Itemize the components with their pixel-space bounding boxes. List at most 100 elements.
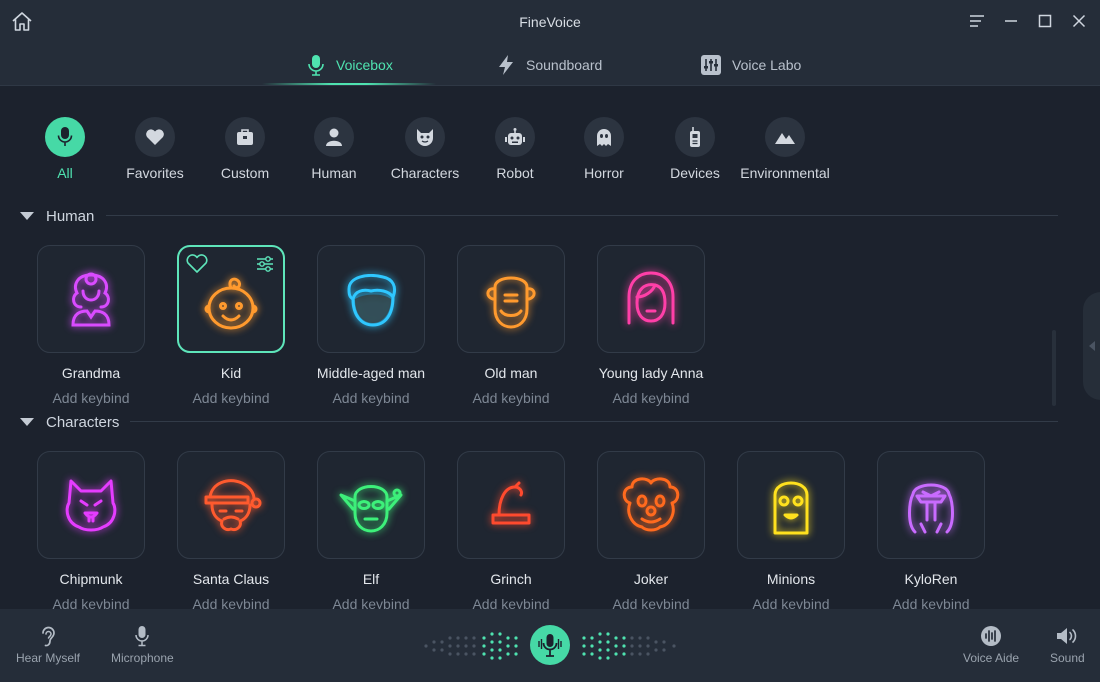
collapse-triangle-icon [20, 212, 34, 220]
category-environmental[interactable]: Environmental [740, 117, 830, 183]
sound-label: Sound [1050, 651, 1085, 665]
voice-card-young-lady-anna[interactable]: Young lady Anna Add keybind [597, 245, 705, 406]
voice-card-chipmunk[interactable]: Chipmunk Add keybind [37, 451, 145, 612]
category-label: Devices [670, 165, 720, 181]
voice-tile[interactable] [317, 451, 425, 559]
add-keybind-link[interactable]: Add keybind [577, 390, 725, 406]
input-level-meter-right [582, 632, 676, 660]
speaker-icon [1057, 628, 1077, 644]
voice-tile[interactable] [597, 245, 705, 353]
voice-tile[interactable] [177, 245, 285, 353]
voice-card-elf[interactable]: Elf Add keybind [317, 451, 425, 612]
voice-card-grinch[interactable]: Grinch Add keybind [457, 451, 565, 612]
title-bar: FineVoice [0, 0, 1100, 44]
voice-card-middle-aged-man[interactable]: Middle-aged man Add keybind [317, 245, 425, 406]
section-header-human[interactable]: Human [20, 206, 94, 226]
voice-name: KyloRen [904, 571, 958, 587]
category-characters[interactable]: Characters [380, 117, 470, 183]
category-favorites[interactable]: Favorites [110, 117, 200, 183]
section-header-characters[interactable]: Characters [20, 412, 119, 432]
chevron-left-icon [1089, 341, 1095, 351]
voice-name: Young lady Anna [598, 365, 704, 381]
bottom-bar: Hear Myself Microphone Voice Aide Sound [0, 609, 1100, 682]
voice-name: Old man [484, 365, 538, 381]
sound-button[interactable]: Sound [1050, 625, 1085, 665]
voice-tile[interactable] [317, 245, 425, 353]
maximize-icon[interactable] [1034, 10, 1056, 32]
voice-tile[interactable] [37, 245, 145, 353]
voice-name: Middle-aged man [316, 365, 426, 381]
collapse-triangle-icon [20, 418, 34, 426]
ear-icon [42, 626, 55, 647]
scrollbar-thumb[interactable] [1052, 330, 1056, 406]
microphone-button[interactable]: Microphone [111, 625, 174, 665]
voice-card-kid[interactable]: Kid Add keybind [177, 245, 285, 406]
chipmunk-icon [65, 479, 117, 532]
voice-tile[interactable] [737, 451, 845, 559]
voice-name: Chipmunk [59, 571, 123, 587]
voice-card-joker[interactable]: Joker Add keybind [597, 451, 705, 612]
microphone-icon [308, 55, 324, 76]
voice-card-kylo-ren[interactable]: KyloRen Add keybind [877, 451, 985, 612]
voice-card-grandma[interactable]: Grandma Add keybind [37, 245, 145, 406]
tab-soundboard[interactable]: Soundboard [496, 44, 602, 86]
close-icon[interactable] [1068, 10, 1090, 32]
tab-label: Voicebox [336, 57, 393, 73]
kylo-ren-icon [908, 483, 954, 534]
add-keybind-link[interactable]: Add keybind [17, 390, 165, 406]
minimize-icon[interactable] [1000, 10, 1022, 32]
tab-voicebox[interactable]: Voicebox [306, 44, 393, 86]
voice-tile[interactable] [457, 245, 565, 353]
voice-card-santa-claus[interactable]: Santa Claus Add keybind [177, 451, 285, 612]
section-title: Human [46, 207, 95, 225]
add-keybind-link[interactable]: Add keybind [157, 390, 305, 406]
input-level-meter-left [424, 632, 518, 660]
voice-microphone-icon [538, 634, 562, 657]
sliders-icon [701, 55, 721, 75]
voice-tile[interactable] [177, 451, 285, 559]
category-label: Horror [584, 165, 624, 181]
add-keybind-link[interactable]: Add keybind [297, 390, 445, 406]
voice-card-minions[interactable]: Minions Add keybind [737, 451, 845, 612]
voice-name: Grandma [61, 365, 121, 381]
voice-name: Joker [633, 571, 669, 587]
voice-card-old-man[interactable]: Old man Add keybind [457, 245, 565, 406]
category-robot[interactable]: Robot [470, 117, 560, 183]
category-label: Environmental [740, 165, 830, 181]
side-panel-toggle[interactable] [1083, 292, 1100, 400]
voice-name: Santa Claus [192, 571, 270, 587]
category-horror[interactable]: Horror [559, 117, 649, 183]
category-devices[interactable]: Devices [650, 117, 740, 183]
section-divider [106, 215, 1058, 216]
menu-icon[interactable] [966, 10, 988, 32]
voice-tile[interactable] [597, 451, 705, 559]
voice-tile[interactable] [37, 451, 145, 559]
add-keybind-link[interactable]: Add keybind [437, 390, 585, 406]
voice-aide-icon [981, 626, 1002, 646]
tab-label: Soundboard [526, 57, 603, 73]
kid-icon [204, 277, 258, 330]
voice-aide-button[interactable]: Voice Aide [963, 625, 1019, 665]
heart-icon [146, 129, 164, 145]
category-label: Human [311, 165, 357, 181]
section-title: Characters [46, 413, 120, 431]
voice-tile[interactable] [457, 451, 565, 559]
old-man-icon [486, 276, 536, 329]
hear-myself-button[interactable]: Hear Myself [16, 625, 80, 665]
category-label: Characters [390, 165, 460, 181]
category-custom[interactable]: Custom [200, 117, 290, 183]
person-icon [326, 128, 342, 146]
category-human[interactable]: Human [289, 117, 379, 183]
category-label: All [57, 165, 73, 181]
microphone-icon [57, 127, 73, 146]
category-all[interactable]: All [20, 117, 110, 183]
cat-face-icon [417, 129, 433, 146]
grinch-hat-icon [491, 481, 531, 525]
tab-voice-labo[interactable]: Voice Labo [700, 44, 801, 86]
voice-changer-toggle-button[interactable] [530, 625, 570, 665]
voice-tile[interactable] [877, 451, 985, 559]
elf-icon [339, 485, 403, 533]
joker-icon [622, 477, 680, 532]
microphone-label: Microphone [111, 651, 174, 665]
adjust-sliders-icon[interactable] [255, 254, 275, 274]
